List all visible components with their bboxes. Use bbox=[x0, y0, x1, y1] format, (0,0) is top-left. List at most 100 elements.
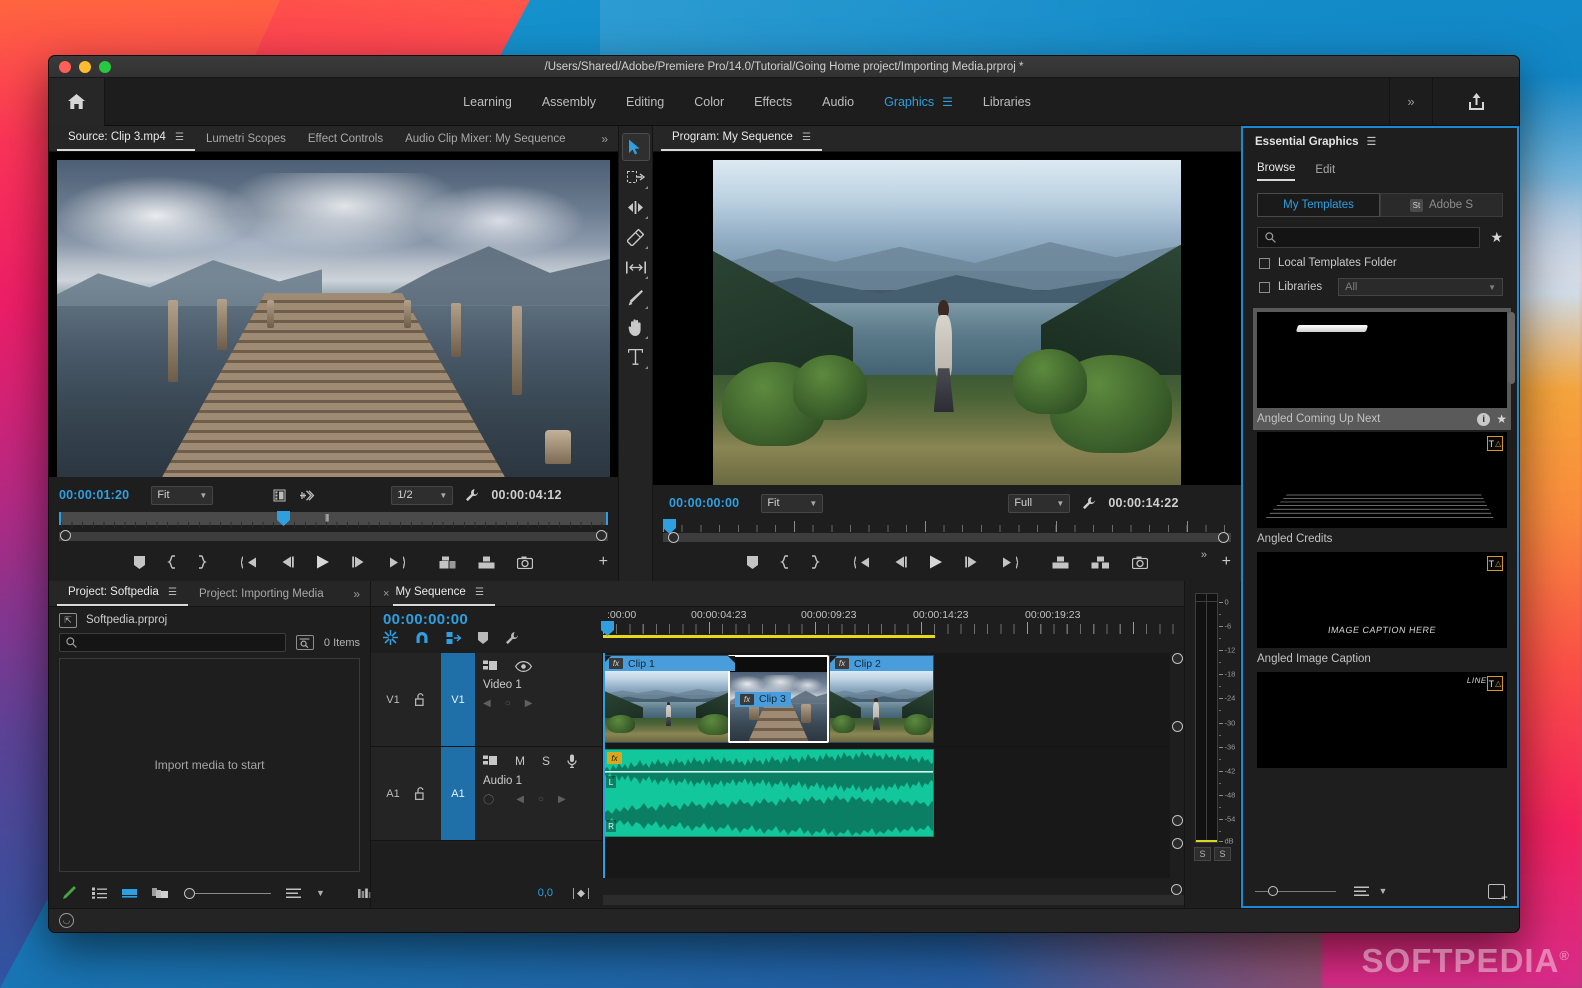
audio-fx-badge-icon[interactable]: fx bbox=[607, 752, 622, 764]
project-tabs-overflow-icon[interactable]: » bbox=[353, 587, 370, 606]
template-list-scrollbar[interactable] bbox=[1508, 312, 1515, 384]
prev-keyframe-icon[interactable]: ◀ bbox=[516, 794, 524, 805]
template-item[interactable]: T△ LINE bbox=[1257, 672, 1507, 768]
source-zoom-handle-right[interactable] bbox=[596, 530, 607, 541]
track-header-v1[interactable]: V1 V1 bbox=[371, 653, 602, 747]
track-targeting-a1[interactable]: A1 bbox=[441, 747, 475, 840]
sync-lock-icon[interactable] bbox=[383, 630, 398, 645]
video-track-v1[interactable]: fx Clip 1 bbox=[603, 653, 1184, 747]
mark-out-button[interactable] bbox=[198, 555, 207, 569]
export-frame-button[interactable] bbox=[517, 556, 533, 569]
source-button-editor-add[interactable]: + bbox=[599, 553, 608, 571]
library-select[interactable]: All ▼ bbox=[1338, 278, 1503, 296]
project-zoom-slider[interactable] bbox=[184, 888, 271, 899]
minimize-window-button[interactable] bbox=[79, 61, 91, 73]
graphics-panel-menu-icon[interactable]: ☰ bbox=[942, 95, 953, 109]
timeline-clip-selected[interactable]: fx Clip 3 bbox=[728, 655, 829, 743]
tab-browse[interactable]: Browse bbox=[1257, 162, 1295, 181]
step-back-button[interactable] bbox=[893, 556, 907, 568]
template-list[interactable]: Angled Coming Up Next i ★ T△ Angled Cred… bbox=[1243, 308, 1517, 876]
linked-selection-icon[interactable] bbox=[446, 631, 461, 645]
timeline-horizontal-scrollbar[interactable] bbox=[603, 895, 1184, 905]
track-header-a1[interactable]: A1 A1 M bbox=[371, 747, 602, 841]
source-zoom-bar[interactable] bbox=[59, 530, 608, 543]
project-search-input[interactable] bbox=[59, 633, 286, 652]
source-video-area[interactable] bbox=[49, 152, 618, 477]
tab-edit[interactable]: Edit bbox=[1315, 164, 1335, 181]
program-zoom-handle-left[interactable] bbox=[668, 532, 679, 543]
export-frame-button[interactable] bbox=[1132, 556, 1148, 569]
pen-tool[interactable] bbox=[623, 284, 649, 310]
source-fit-select[interactable]: Fit ▼ bbox=[151, 486, 213, 505]
track-height-handle[interactable] bbox=[1172, 721, 1183, 732]
timeline-scroll-handle[interactable] bbox=[1171, 884, 1182, 895]
info-icon[interactable]: i bbox=[1477, 413, 1490, 426]
freeform-view-icon[interactable] bbox=[152, 887, 169, 900]
add-keyframe-icon[interactable]: ○ bbox=[505, 698, 511, 709]
workspace-tab-learning[interactable]: Learning bbox=[463, 95, 512, 109]
prev-keyframe-icon[interactable]: ◀ bbox=[483, 698, 491, 709]
workspace-overflow-icon[interactable]: » bbox=[1389, 78, 1433, 126]
favorite-star-icon[interactable]: ★ bbox=[1490, 229, 1503, 246]
source-duration-timecode[interactable]: 00:00:04:12 bbox=[491, 488, 561, 502]
eye-icon[interactable] bbox=[515, 661, 532, 672]
timeline-current-timecode[interactable]: 00:00:00:00 bbox=[383, 611, 603, 628]
program-button-editor-add[interactable]: + bbox=[1222, 553, 1231, 571]
program-zoom-handle-right[interactable] bbox=[1218, 532, 1229, 543]
overwrite-button[interactable] bbox=[478, 556, 495, 569]
template-item[interactable]: Angled Coming Up Next i ★ bbox=[1253, 308, 1511, 430]
window-traffic-lights[interactable] bbox=[49, 61, 111, 73]
razor-tool[interactable] bbox=[623, 224, 649, 250]
tab-program-sequence[interactable]: Program: My Sequence ☰ bbox=[661, 131, 822, 151]
favorite-star-icon[interactable]: ★ bbox=[1496, 412, 1507, 426]
timeline-settings-wrench-icon[interactable] bbox=[505, 631, 519, 645]
timeline-ruler[interactable]: :00:00 00:00:04:23 00:00:09:23 00:00:14:… bbox=[603, 607, 1184, 653]
tab-project-importing-media[interactable]: Project: Importing Media bbox=[188, 588, 335, 606]
timeline-tracks-area[interactable]: fx Clip 1 bbox=[603, 653, 1184, 878]
insert-button[interactable] bbox=[439, 556, 456, 569]
close-window-button[interactable] bbox=[59, 61, 71, 73]
libraries-row[interactable]: Libraries All ▼ bbox=[1259, 278, 1503, 296]
add-marker-button[interactable] bbox=[747, 556, 758, 569]
home-icon[interactable] bbox=[49, 78, 105, 126]
track-height-handle[interactable] bbox=[1172, 838, 1183, 849]
program-zoom-track[interactable] bbox=[663, 533, 1231, 542]
source-zoom-handle-left[interactable] bbox=[60, 530, 71, 541]
step-forward-button[interactable] bbox=[965, 556, 979, 568]
new-template-icon[interactable] bbox=[1488, 884, 1505, 899]
program-scrub-bar[interactable] bbox=[663, 519, 1231, 543]
source-resolution-select[interactable]: 1/2 ▼ bbox=[391, 486, 453, 505]
source-zoom-track[interactable] bbox=[59, 532, 608, 541]
project-zoom-track[interactable] bbox=[195, 893, 271, 894]
fx-badge-icon[interactable]: fx bbox=[835, 658, 849, 669]
export-share-icon[interactable] bbox=[1433, 78, 1519, 126]
mark-out-button[interactable] bbox=[811, 555, 820, 569]
workspace-tab-audio[interactable]: Audio bbox=[822, 95, 854, 109]
workspace-tab-assembly[interactable]: Assembly bbox=[542, 95, 596, 109]
program-duration-timecode[interactable]: 00:00:14:22 bbox=[1108, 496, 1178, 510]
icon-view-icon[interactable] bbox=[122, 887, 137, 899]
mic-icon[interactable] bbox=[567, 754, 577, 768]
libraries-checkbox[interactable] bbox=[1259, 282, 1270, 293]
template-item[interactable]: T△ IMAGE CAPTION HERE Angled Image Capti… bbox=[1257, 552, 1507, 670]
timeline-tab-close-icon[interactable]: × bbox=[379, 588, 393, 606]
tab-program-menu-icon[interactable]: ☰ bbox=[802, 132, 811, 143]
program-fit-select[interactable]: Fit ▼ bbox=[761, 494, 823, 513]
track-targeting-v1[interactable]: V1 bbox=[441, 653, 475, 746]
workspace-tab-graphics[interactable]: Graphics bbox=[884, 95, 934, 109]
new-item-pen-icon[interactable] bbox=[61, 885, 77, 901]
tab-source-clip[interactable]: Source: Clip 3.mp4 ☰ bbox=[57, 131, 195, 151]
template-search-input[interactable] bbox=[1257, 227, 1480, 248]
segment-adobe-stock[interactable]: St Adobe S bbox=[1380, 193, 1503, 217]
local-templates-checkbox[interactable] bbox=[1259, 258, 1270, 269]
step-forward-button[interactable] bbox=[352, 556, 366, 568]
tab-effect-controls[interactable]: Effect Controls bbox=[297, 133, 394, 151]
timeline-playhead[interactable] bbox=[603, 653, 605, 878]
track-height-handle[interactable] bbox=[1172, 815, 1183, 826]
source-tabs-overflow-icon[interactable]: » bbox=[601, 132, 618, 151]
go-to-in-button[interactable] bbox=[241, 556, 258, 569]
tab-lumetri-scopes[interactable]: Lumetri Scopes bbox=[195, 133, 297, 151]
local-templates-row[interactable]: Local Templates Folder bbox=[1259, 257, 1503, 269]
find-icon[interactable] bbox=[296, 635, 314, 650]
mark-in-button[interactable] bbox=[780, 555, 789, 569]
